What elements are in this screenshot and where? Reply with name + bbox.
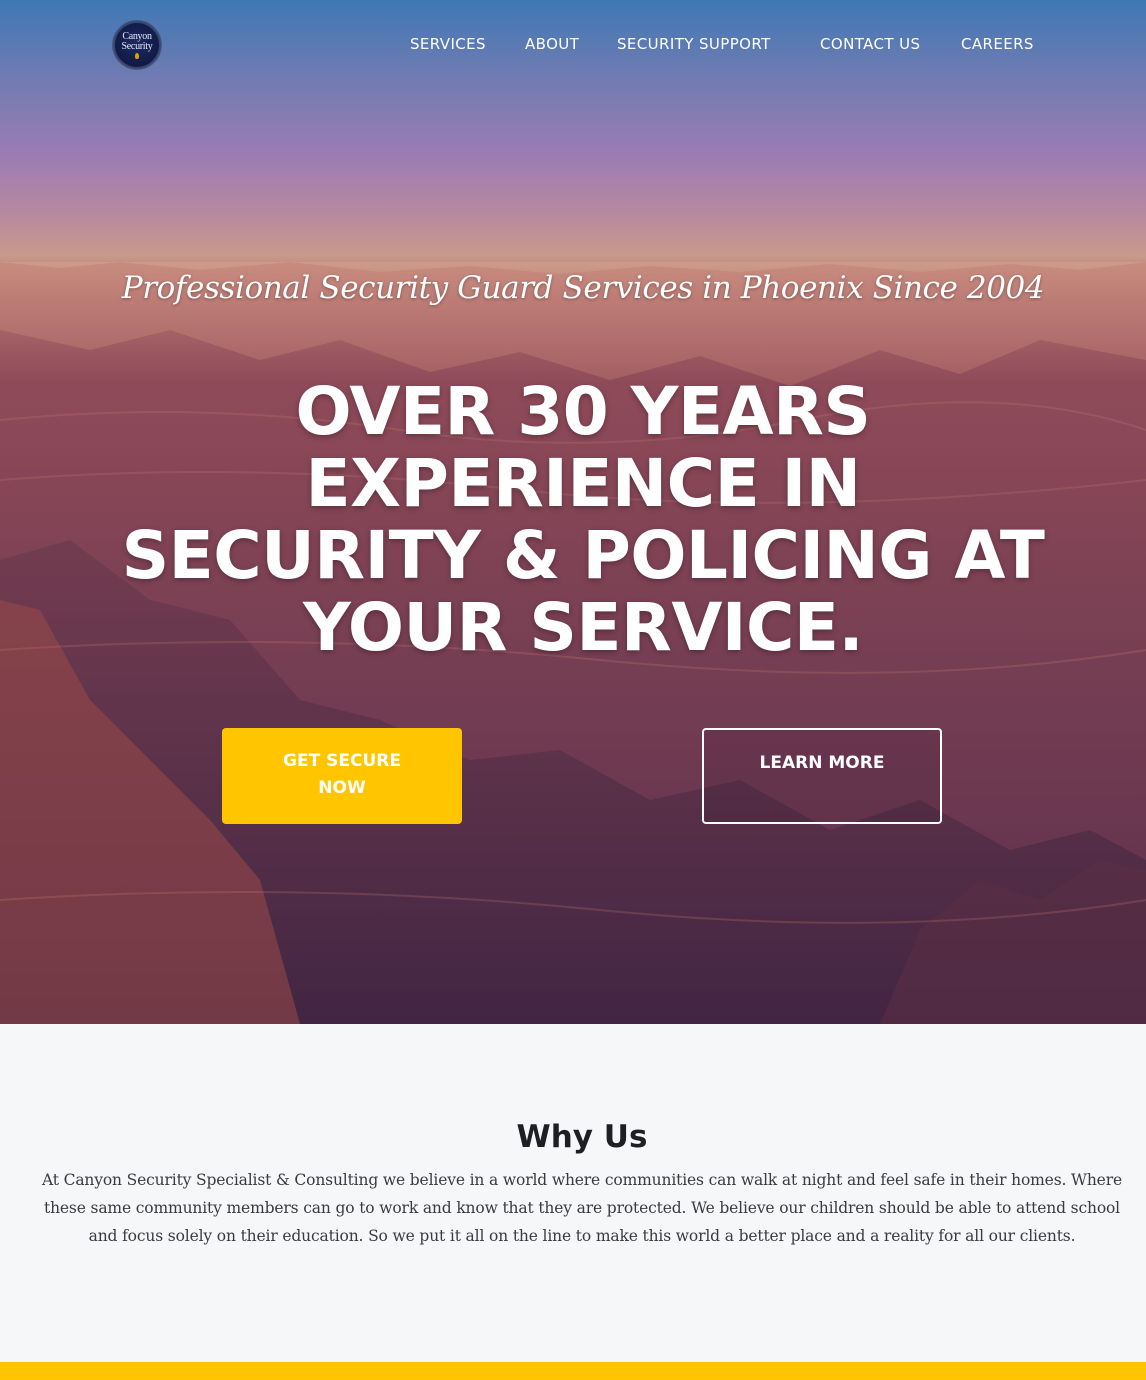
get-secure-now-button[interactable]: GET SECURE NOW bbox=[222, 728, 462, 824]
why-us-title: Why Us bbox=[516, 1119, 648, 1155]
nav-link-contact-us[interactable]: CONTACT US bbox=[820, 33, 920, 55]
nav-link-about[interactable]: ABOUT bbox=[525, 33, 579, 55]
footer-accent-bar bbox=[0, 1362, 1146, 1380]
why-us-section: Why Us At Canyon Security Specialist & C… bbox=[0, 1024, 1146, 1362]
hero-tagline: Professional Security Guard Services in … bbox=[121, 270, 1045, 306]
why-us-body: At Canyon Security Specialist & Consulti… bbox=[42, 1171, 1122, 1245]
learn-more-button[interactable]: LEARN MORE bbox=[702, 728, 942, 824]
hero-section: Canyon Security SERVICES ABOUT SECURITY … bbox=[0, 0, 1146, 1024]
nav-link-security-support[interactable]: SECURITY SUPPORT bbox=[617, 33, 771, 55]
main-navigation: SERVICES ABOUT SECURITY SUPPORT CONTACT … bbox=[0, 33, 1146, 57]
hero-headline: OVER 30 YEARS EXPERIENCE IN SECURITY & P… bbox=[121, 373, 1045, 666]
nav-link-careers[interactable]: CAREERS bbox=[961, 33, 1034, 55]
nav-link-services[interactable]: SERVICES bbox=[410, 33, 486, 55]
